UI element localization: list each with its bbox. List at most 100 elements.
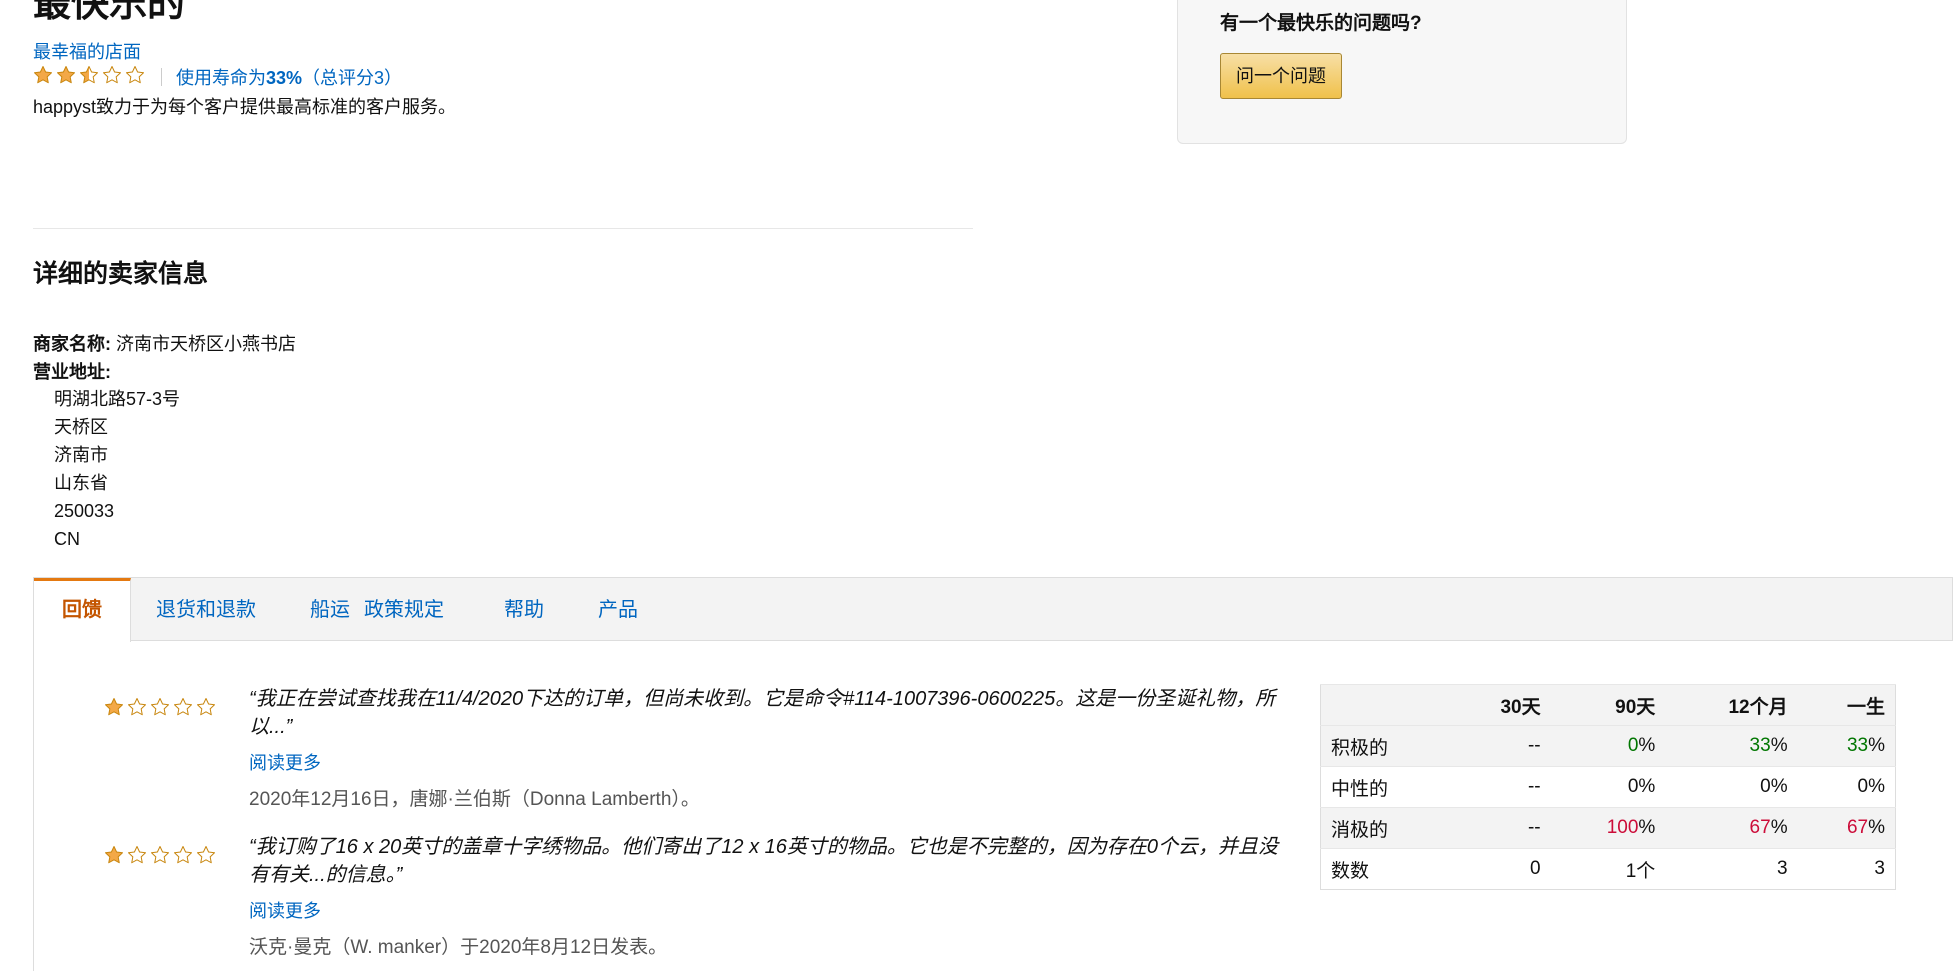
ask-question-button[interactable]: 问一个问题 [1220, 53, 1342, 99]
feedback-stats-table: 30天 90天 12个月 一生 积极的 -- 0% 33% 33% 中性的 -- 0% 0% 0%… [1320, 684, 1896, 890]
rating-text-prefix: 使用寿命为 [176, 68, 266, 88]
stats-cell: -- [1450, 725, 1551, 767]
seller-rating: 使用寿命为33%（总评分3） [33, 64, 402, 90]
stats-unit: % [1770, 735, 1788, 756]
stats-value: 33 [1846, 735, 1869, 756]
feedback-stars [104, 845, 216, 870]
star-icon [104, 845, 124, 870]
stats-unit: % [1638, 735, 1656, 756]
tab-feedback[interactable]: 回馈 [34, 578, 131, 642]
stats-value: 100 [1606, 817, 1639, 838]
tab-policies[interactable]: 政策规定 [336, 578, 472, 641]
star-icon [79, 65, 99, 90]
star-icon [173, 845, 193, 870]
address-line: 山东省 [54, 473, 108, 493]
stats-header-90-days: 90天 [1550, 684, 1666, 726]
star-icon [150, 845, 170, 870]
rating-percent: 33% [266, 68, 303, 88]
question-box: 有一个最快乐的问题吗? 问一个问题 [1177, 0, 1627, 144]
address-line: 明湖北路57-3号 [54, 389, 181, 409]
star-icon [127, 845, 147, 870]
stats-value: 33 [1749, 735, 1771, 756]
seller-description: happyst致力于为每个客户提供最高标准的客户服务。 [33, 97, 457, 117]
business-address-label: 营业地址: [33, 362, 111, 382]
rating-divider [161, 68, 162, 86]
stats-value: 0 [1857, 776, 1869, 797]
stats-value: 0 [1760, 776, 1771, 797]
stats-unit: % [1868, 735, 1885, 756]
stats-value: 0 [1627, 735, 1639, 756]
star-icon [33, 65, 53, 90]
tab-products[interactable]: 产品 [570, 578, 666, 641]
read-more-link[interactable]: 阅读更多 [249, 897, 321, 923]
address-line: 250033 [54, 501, 115, 521]
address-line: CN [54, 529, 80, 549]
stats-cell: 33% [1797, 725, 1896, 767]
address-line: 济南市 [54, 445, 108, 465]
stats-header-12-months: 12个月 [1665, 684, 1798, 726]
stats-unit: % [1770, 817, 1788, 838]
stats-cell: 0% [1550, 725, 1666, 767]
stats-unit: % [1638, 776, 1656, 797]
stats-row-label: 消极的 [1320, 807, 1451, 849]
business-name-label: 商家名称: [33, 334, 111, 354]
detailed-seller-info-heading: 详细的卖家信息 [33, 260, 209, 288]
stats-cell: 0% [1665, 766, 1798, 808]
stats-cell: -- [1450, 766, 1551, 808]
tab-bar: 回馈 退货和退款 船运 政策规定 帮助 产品 [33, 577, 1953, 642]
read-more-link[interactable]: 阅读更多 [249, 749, 321, 775]
stats-row-label: 中性的 [1320, 766, 1451, 808]
star-icon [102, 65, 122, 90]
star-icon [196, 845, 216, 870]
stats-unit: % [1868, 776, 1885, 797]
stats-header-row: 30天 90天 12个月 一生 [1320, 684, 1896, 726]
stats-row: 中性的 -- 0% 0% 0% [1320, 766, 1896, 808]
stats-row: 积极的 -- 0% 33% 33% [1320, 725, 1896, 767]
rating-link[interactable]: 使用寿命为33%（总评分3） [176, 64, 402, 90]
stats-cell: 0 [1450, 848, 1551, 890]
stats-cell: 3 [1665, 848, 1798, 890]
stats-cell: 0% [1797, 766, 1896, 808]
seller-name: 最快乐的 [33, 0, 186, 25]
feedback-quote: “我正在尝试查找我在11/4/2020下达的订单，但尚未收到。它是命令#114-… [249, 688, 1276, 738]
stats-unit: % [1868, 817, 1885, 838]
question-title: 有一个最快乐的问题吗? [1220, 13, 1422, 34]
rating-text-suffix: （总评分3） [302, 68, 403, 88]
business-name-value: 济南市天桥区小燕书店 [116, 334, 297, 354]
business-address: 明湖北路57-3号 天桥区 济南市 山东省 250033 CN [54, 385, 180, 553]
stats-value: 67 [1749, 817, 1771, 838]
stats-header-lifetime: 一生 [1797, 684, 1896, 726]
stats-row: 消极的 -- 100% 67% 67% [1320, 807, 1896, 849]
star-icon [56, 65, 76, 90]
feedback-stars [104, 697, 216, 722]
rating-stars [33, 65, 145, 90]
feedback-author: 沃克·曼克（W. manker）于2020年8月12日发表。 [249, 937, 668, 958]
stats-row-label: 数数 [1320, 848, 1451, 890]
stats-cell: 100% [1550, 807, 1666, 849]
stats-cell: 1个 [1550, 848, 1666, 890]
stats-header-30-days: 30天 [1450, 684, 1551, 726]
stats-cell: 3 [1797, 848, 1896, 890]
star-icon [173, 697, 193, 722]
stats-cell: 67% [1665, 807, 1798, 849]
stats-cell: 0% [1550, 766, 1666, 808]
feedback-quote: “我订购了16 x 20英寸的盖章十字绣物品。他们寄出了12 x 16英寸的物品… [249, 836, 1278, 886]
stats-header-cell [1320, 684, 1451, 726]
star-icon [104, 697, 124, 722]
stats-cell: -- [1450, 807, 1551, 849]
stats-value: 0 [1627, 776, 1639, 797]
section-divider [33, 228, 973, 229]
star-icon [196, 697, 216, 722]
stats-value: 67 [1846, 817, 1869, 838]
stats-cell: 33% [1665, 725, 1798, 767]
address-line: 天桥区 [54, 417, 108, 437]
storefront-link[interactable]: 最幸福的店面 [33, 38, 141, 64]
star-icon [150, 697, 170, 722]
stats-row-label: 积极的 [1320, 725, 1451, 767]
stats-unit: % [1638, 817, 1656, 838]
stats-cell: 67% [1797, 807, 1896, 849]
stats-unit: % [1770, 776, 1788, 797]
tab-returns-refunds[interactable]: 退货和退款 [128, 578, 284, 641]
stats-row: 数数 0 1个 3 3 [1320, 848, 1896, 890]
tab-help[interactable]: 帮助 [476, 578, 572, 641]
